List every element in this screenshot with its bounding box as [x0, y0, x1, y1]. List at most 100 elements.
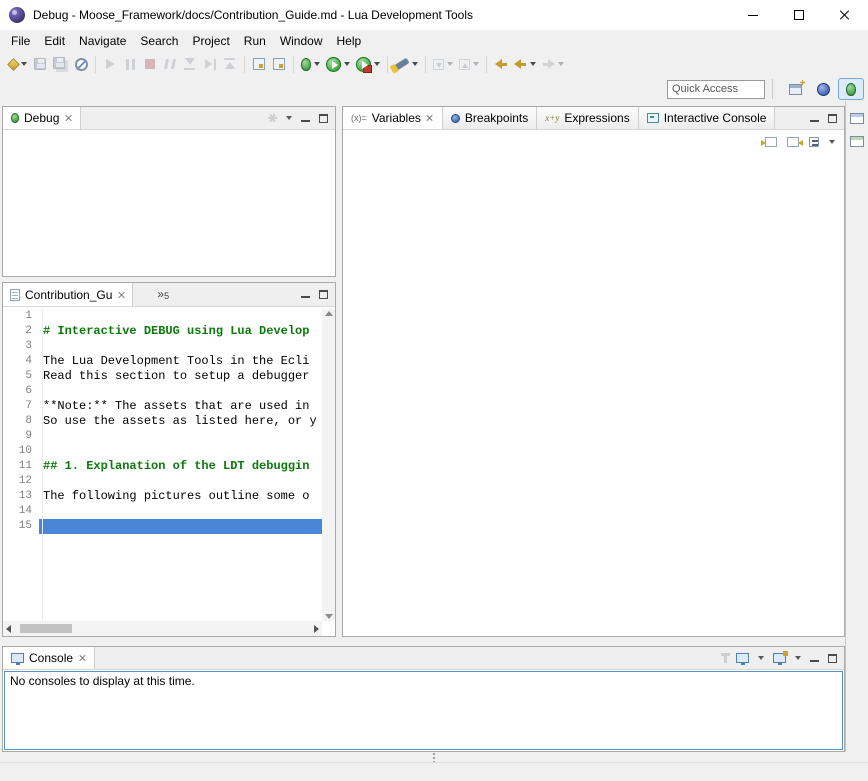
editor-horizontal-scrollbar[interactable]	[3, 621, 322, 636]
close-button[interactable]	[822, 0, 868, 30]
open-perspective-icon	[789, 84, 802, 95]
maximize-button[interactable]	[776, 0, 822, 30]
run-button[interactable]	[323, 53, 353, 75]
step-return-button[interactable]	[220, 53, 240, 75]
previous-annotation-button[interactable]	[456, 53, 482, 75]
menu-navigate[interactable]: Navigate	[72, 32, 133, 50]
display-console-icon[interactable]	[736, 653, 749, 663]
collapse-all-icon[interactable]	[809, 137, 819, 147]
debug-button[interactable]	[298, 53, 323, 75]
maximize-view-icon[interactable]	[319, 290, 328, 299]
tab-expressions[interactable]: x+y Expressions	[537, 107, 638, 129]
next-annotation-button[interactable]	[430, 53, 456, 75]
close-tab-icon[interactable]	[78, 654, 86, 662]
suspend-button[interactable]	[120, 53, 140, 75]
minimize-view-icon[interactable]	[810, 114, 819, 123]
open-console-icon[interactable]	[773, 653, 786, 663]
menu-project[interactable]: Project	[185, 32, 236, 50]
last-edit-location-button[interactable]	[491, 53, 511, 75]
editor-line[interactable]: 6	[3, 384, 322, 399]
scroll-down-icon[interactable]	[325, 614, 333, 619]
disconnect-button[interactable]	[160, 53, 180, 75]
minimize-view-icon[interactable]	[301, 290, 310, 299]
minimize-view-icon[interactable]	[810, 654, 819, 663]
menu-file[interactable]: File	[4, 32, 37, 50]
menu-edit[interactable]: Edit	[37, 32, 72, 50]
editor-line[interactable]: 5Read this section to setup a debugger	[3, 369, 322, 384]
new-wizard-button[interactable]	[6, 53, 30, 75]
save-all-button[interactable]	[50, 53, 71, 75]
maximize-view-icon[interactable]	[828, 114, 837, 123]
search-button[interactable]	[392, 53, 421, 75]
editor-line[interactable]: 10	[3, 444, 322, 459]
minimize-button[interactable]	[730, 0, 776, 30]
menu-window[interactable]: Window	[273, 32, 330, 50]
close-tab-icon[interactable]	[426, 114, 434, 122]
chevron-down-icon	[530, 62, 536, 66]
chevron-down-icon[interactable]	[795, 656, 801, 660]
skip-all-breakpoints-button[interactable]	[71, 53, 91, 75]
line-text	[39, 429, 322, 444]
editor-line[interactable]: 8So use the assets as listed here, or y	[3, 414, 322, 429]
external-tools-button[interactable]	[353, 53, 383, 75]
scroll-left-icon[interactable]	[6, 625, 11, 633]
menu-search[interactable]: Search	[133, 32, 185, 50]
tab-contribution-guide[interactable]: Contribution_Gu	[3, 283, 133, 306]
run-icon	[326, 57, 341, 72]
view-menu-icon[interactable]	[286, 116, 292, 120]
show-type-names-icon[interactable]	[787, 137, 799, 147]
tab-debug[interactable]: Debug	[3, 107, 81, 129]
tab-console[interactable]: Console	[3, 647, 95, 669]
back-button[interactable]	[511, 53, 539, 75]
editor-line[interactable]: 1	[3, 309, 322, 324]
editor-lines[interactable]: 12# Interactive DEBUG using Lua Develop3…	[3, 309, 322, 621]
editor-line[interactable]: 9	[3, 429, 322, 444]
editor-line[interactable]: 14	[3, 504, 322, 519]
hidden-editors-chevron[interactable]: » 5	[157, 283, 169, 306]
save-button[interactable]	[30, 53, 50, 75]
minimize-view-icon[interactable]	[301, 114, 310, 123]
editor-line[interactable]: 15	[3, 519, 322, 534]
main-toolbar	[0, 51, 868, 77]
remove-all-terminated-icon[interactable]	[268, 117, 277, 119]
close-tab-icon[interactable]	[64, 114, 72, 122]
menu-help[interactable]: Help	[330, 32, 369, 50]
editor-line[interactable]: 4The Lua Development Tools in the Ecli	[3, 354, 322, 369]
tab-interactive-console[interactable]: Interactive Console	[639, 107, 776, 129]
editor-line[interactable]: 11## 1. Explanation of the LDT debuggin	[3, 459, 322, 474]
use-step-filters-button[interactable]	[269, 53, 289, 75]
editor-line[interactable]: 12	[3, 474, 322, 489]
quick-access-input[interactable]	[667, 80, 765, 99]
step-into-button[interactable]	[180, 53, 200, 75]
resume-button[interactable]	[100, 53, 120, 75]
editor-line[interactable]: 2# Interactive DEBUG using Lua Develop	[3, 324, 322, 339]
line-number: 5	[3, 369, 39, 384]
editor-line[interactable]: 7**Note:** The assets that are used in	[3, 399, 322, 414]
editor-line[interactable]: 13The following pictures outline some o	[3, 489, 322, 504]
editor-line[interactable]: 3	[3, 339, 322, 354]
terminate-button[interactable]	[140, 53, 160, 75]
scroll-right-icon[interactable]	[314, 625, 319, 633]
close-tab-icon[interactable]	[117, 291, 125, 299]
scroll-up-icon[interactable]	[325, 311, 333, 316]
forward-button[interactable]	[539, 53, 567, 75]
scrollbar-thumb[interactable]	[20, 624, 72, 633]
expressions-icon: x+y	[545, 113, 559, 123]
step-over-button[interactable]	[200, 53, 220, 75]
maximize-view-icon[interactable]	[828, 654, 837, 663]
open-perspective-button[interactable]	[782, 78, 808, 100]
tab-breakpoints[interactable]: Breakpoints	[443, 107, 537, 129]
tab-variables[interactable]: (x)= Variables	[343, 107, 443, 129]
chevron-down-icon[interactable]	[758, 656, 764, 660]
minimized-view-icon[interactable]	[850, 136, 864, 147]
editor-vertical-scrollbar[interactable]	[322, 309, 335, 621]
debug-perspective-button[interactable]	[838, 78, 864, 100]
run-to-line-button[interactable]	[249, 53, 269, 75]
ldt-perspective-button[interactable]	[810, 78, 836, 100]
maximize-view-icon[interactable]	[319, 114, 328, 123]
menu-run[interactable]: Run	[237, 32, 273, 50]
pin-console-icon[interactable]	[724, 653, 727, 663]
view-menu-icon[interactable]	[829, 140, 835, 144]
minimized-view-icon[interactable]	[850, 113, 864, 124]
show-logical-structures-icon[interactable]	[765, 137, 777, 147]
